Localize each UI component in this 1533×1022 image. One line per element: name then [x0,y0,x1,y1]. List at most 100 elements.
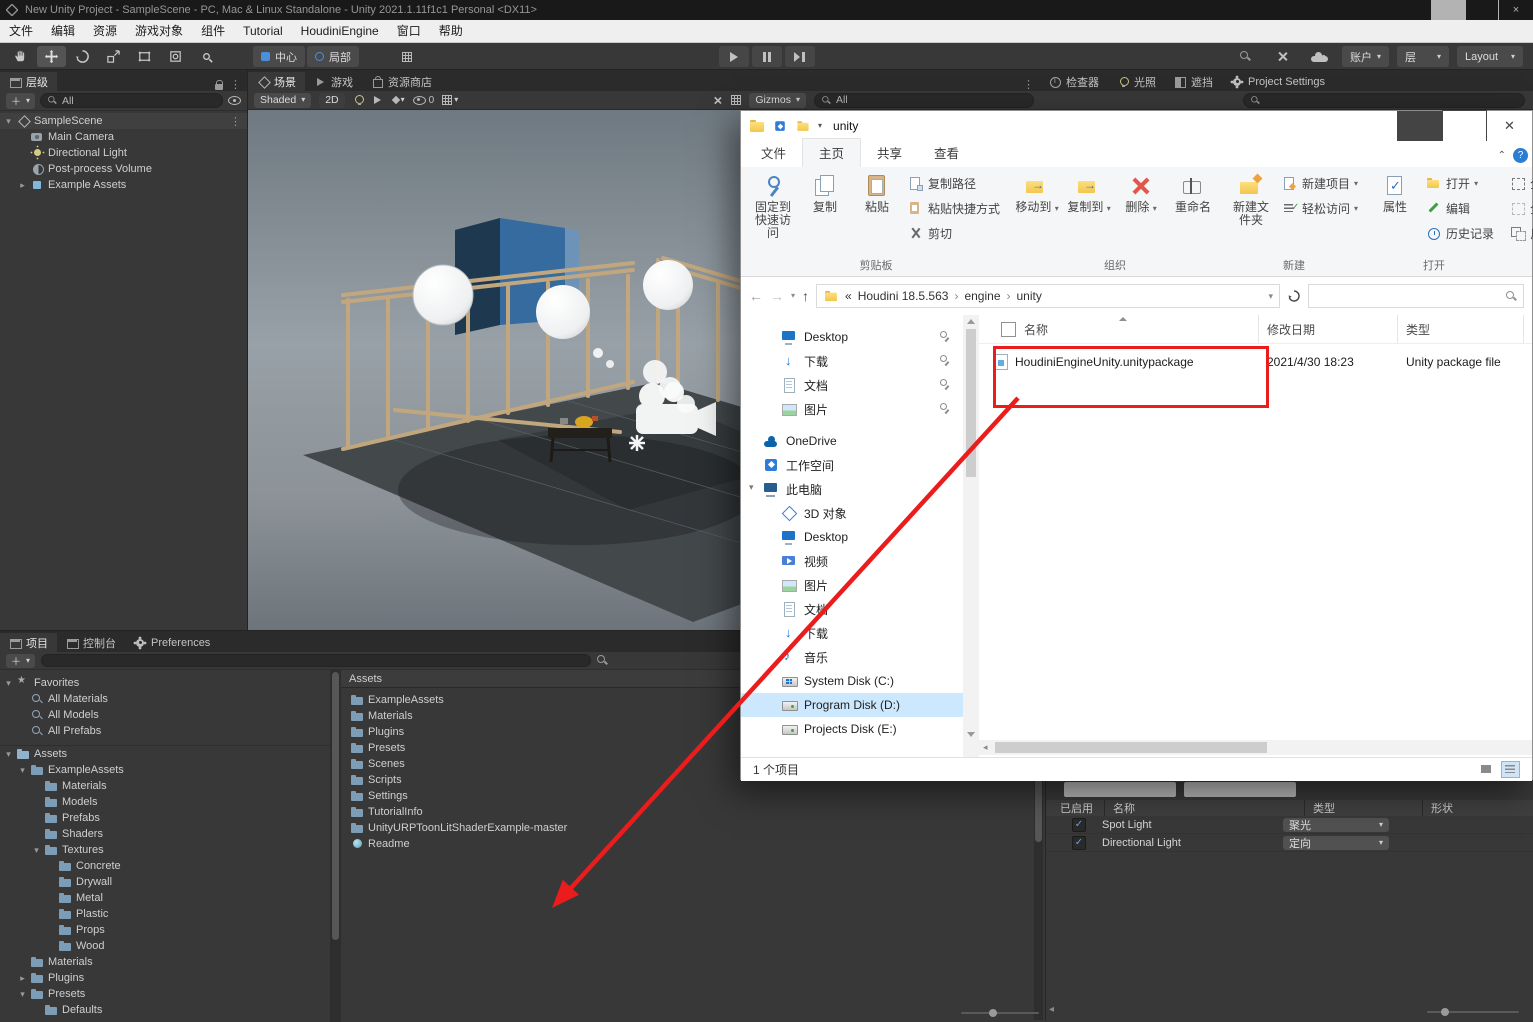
panel-menu-button[interactable]: ⋮ [1023,78,1040,91]
breadcrumb-part[interactable]: unity [1017,289,1042,303]
close-button[interactable]: ✕ [1487,111,1532,141]
tab-hierarchy[interactable]: 层级 [0,72,57,91]
menu-item[interactable]: 帮助 [430,20,472,42]
gizmos-dropdown[interactable]: Gizmos ▾ [749,92,806,108]
scene-audio-toggle-icon[interactable] [373,96,385,104]
rotate-tool-button[interactable] [68,46,97,67]
project-tree-scrollbar[interactable] [330,670,341,1022]
sidebar-scrollbar[interactable] [963,315,979,757]
back-button[interactable]: ← [749,288,763,304]
hierarchy-item[interactable]: Main Camera [0,129,247,145]
menu-item[interactable]: 文件 [0,20,42,42]
menu-item[interactable]: Tutorial [234,20,292,42]
lock-icon[interactable] [214,79,224,90]
up-button[interactable]: ↑ [802,288,809,304]
sidebar-item[interactable]: 视频 [741,549,963,573]
inspector-tab[interactable]: 遮挡 [1165,72,1222,91]
ribbon-tab[interactable]: 文件 [745,139,802,167]
expand-arrow[interactable] [32,845,41,856]
pivot-toggle-button[interactable]: 中心 [253,46,305,67]
minimize-button[interactable] [1431,0,1465,20]
sidebar-item[interactable]: Projects Disk (E:) [741,717,963,741]
project-tree-item[interactable]: Favorites [0,675,330,691]
recent-locations-button[interactable]: ▾ [791,292,795,300]
project-search-input[interactable] [41,654,592,667]
breadcrumb-bar[interactable]: « Houdini 18.5.563 › engine › unity ▾ [816,284,1280,308]
copy-path-button[interactable]: 复制路径 [903,171,1005,196]
expand-chevron-icon[interactable] [749,482,754,493]
enabled-checkbox[interactable]: ✓ [1072,835,1086,850]
pin-to-quick-access-button[interactable]: 固定到快速访问 [747,170,799,240]
project-tree-item[interactable]: All Models [0,707,330,723]
rect-tool-button[interactable] [130,46,159,67]
project-tree-item[interactable]: Concrete [0,858,330,874]
quick-access-customize-icon[interactable]: ▾ [818,122,822,130]
scene-search-input[interactable]: All [814,92,1034,108]
scene-root-row[interactable]: ▾ SampleScene ⋮ [0,113,247,129]
menu-item[interactable]: 编辑 [42,20,84,42]
layout-dropdown[interactable]: Layout ▾ [1457,46,1523,67]
open-button[interactable]: 打开 ▾ [1421,171,1499,196]
project-tree-item[interactable]: All Prefabs [0,723,330,739]
project-tab[interactable]: 项目 [0,633,57,652]
horizontal-scrollbar[interactable]: ◂ [979,740,1532,755]
search-button[interactable] [1231,46,1260,67]
column-header-name[interactable]: 名称 [979,315,1259,343]
project-tree-item[interactable]: Materials [0,778,330,794]
play-button[interactable] [718,46,749,67]
rename-button[interactable]: 重命名 [1167,170,1219,214]
menu-item[interactable]: HoudiniEngine [292,20,388,42]
scene-lighting-toggle-icon[interactable] [353,94,366,106]
project-tree-item[interactable]: Wood [0,938,330,954]
layers-dropdown[interactable]: 层 ▾ [1397,46,1449,67]
paste-shortcut-button[interactable]: 粘贴快捷方式 [903,196,1005,221]
delete-button[interactable]: 删除 ▾ [1115,170,1167,215]
project-tree-item[interactable]: Plastic [0,906,330,922]
paste-button[interactable]: 粘贴 [851,170,903,214]
light-filter-button[interactable] [1064,782,1176,797]
close-button[interactable]: × [1499,0,1533,20]
panel-menu-button[interactable]: ⋮ [230,78,241,91]
expand-arrow[interactable] [18,989,27,1000]
project-tab[interactable]: 控制台 [57,633,125,652]
expand-arrow[interactable] [18,765,27,776]
move-to-button[interactable]: 移动到 ▾ [1011,170,1063,215]
light-filter-button-2[interactable] [1184,782,1296,797]
invert-selection-button[interactable]: 反向选择 [1505,221,1533,246]
select-all-checkbox[interactable] [1001,321,1016,337]
new-folder-button[interactable]: 新建文件夹 [1225,170,1277,227]
light-type-dropdown[interactable]: 聚光 ▾ [1283,817,1389,832]
2d-toggle[interactable]: 2D [319,92,345,108]
scene-menu-button[interactable]: ⋮ [230,115,241,128]
sidebar-quick-item[interactable]: 图片 [741,397,963,421]
scale-tool-button[interactable] [99,46,128,67]
expand-arrow[interactable]: ▾ [4,116,13,127]
light-type-dropdown[interactable]: 定向 ▾ [1283,835,1389,850]
search-icon[interactable] [597,655,608,666]
expand-arrow[interactable] [18,973,27,984]
project-tree-item[interactable]: Drywall [0,874,330,890]
ribbon-tab[interactable]: 查看 [918,139,975,167]
edit-button[interactable]: 编辑 [1421,196,1499,221]
expand-arrow[interactable] [4,678,13,689]
project-tree-item[interactable]: Textures [0,842,330,858]
transform-tool-button[interactable] [161,46,190,67]
grid-dropdown[interactable]: ▾ [442,95,458,105]
explorer-search-box[interactable] [1308,284,1524,308]
asset-item[interactable]: Readme [351,836,1045,852]
sidebar-item[interactable]: System Disk (C:) [741,669,963,693]
scene-visibility-toggle[interactable]: 0 [412,95,434,106]
hierarchy-item[interactable]: Example Assets [0,177,247,193]
panel-zoom-slider[interactable] [1427,1008,1519,1016]
ribbon-tab[interactable]: 共享 [861,139,918,167]
inspector-tab[interactable]: Project Settings [1222,72,1334,91]
project-tree-item[interactable]: All Materials [0,691,330,707]
properties-button[interactable]: 属性 [1369,170,1421,214]
move-tool-button[interactable] [37,46,66,67]
ribbon-tab[interactable]: 主页 [802,138,862,167]
project-tree-item[interactable]: Models [0,794,330,810]
scene-visibility-icon[interactable] [228,96,241,105]
inspector-tab[interactable]: 检查器 [1040,72,1108,91]
step-button[interactable] [784,46,815,67]
sidebar-item[interactable]: 音乐 [741,645,963,669]
